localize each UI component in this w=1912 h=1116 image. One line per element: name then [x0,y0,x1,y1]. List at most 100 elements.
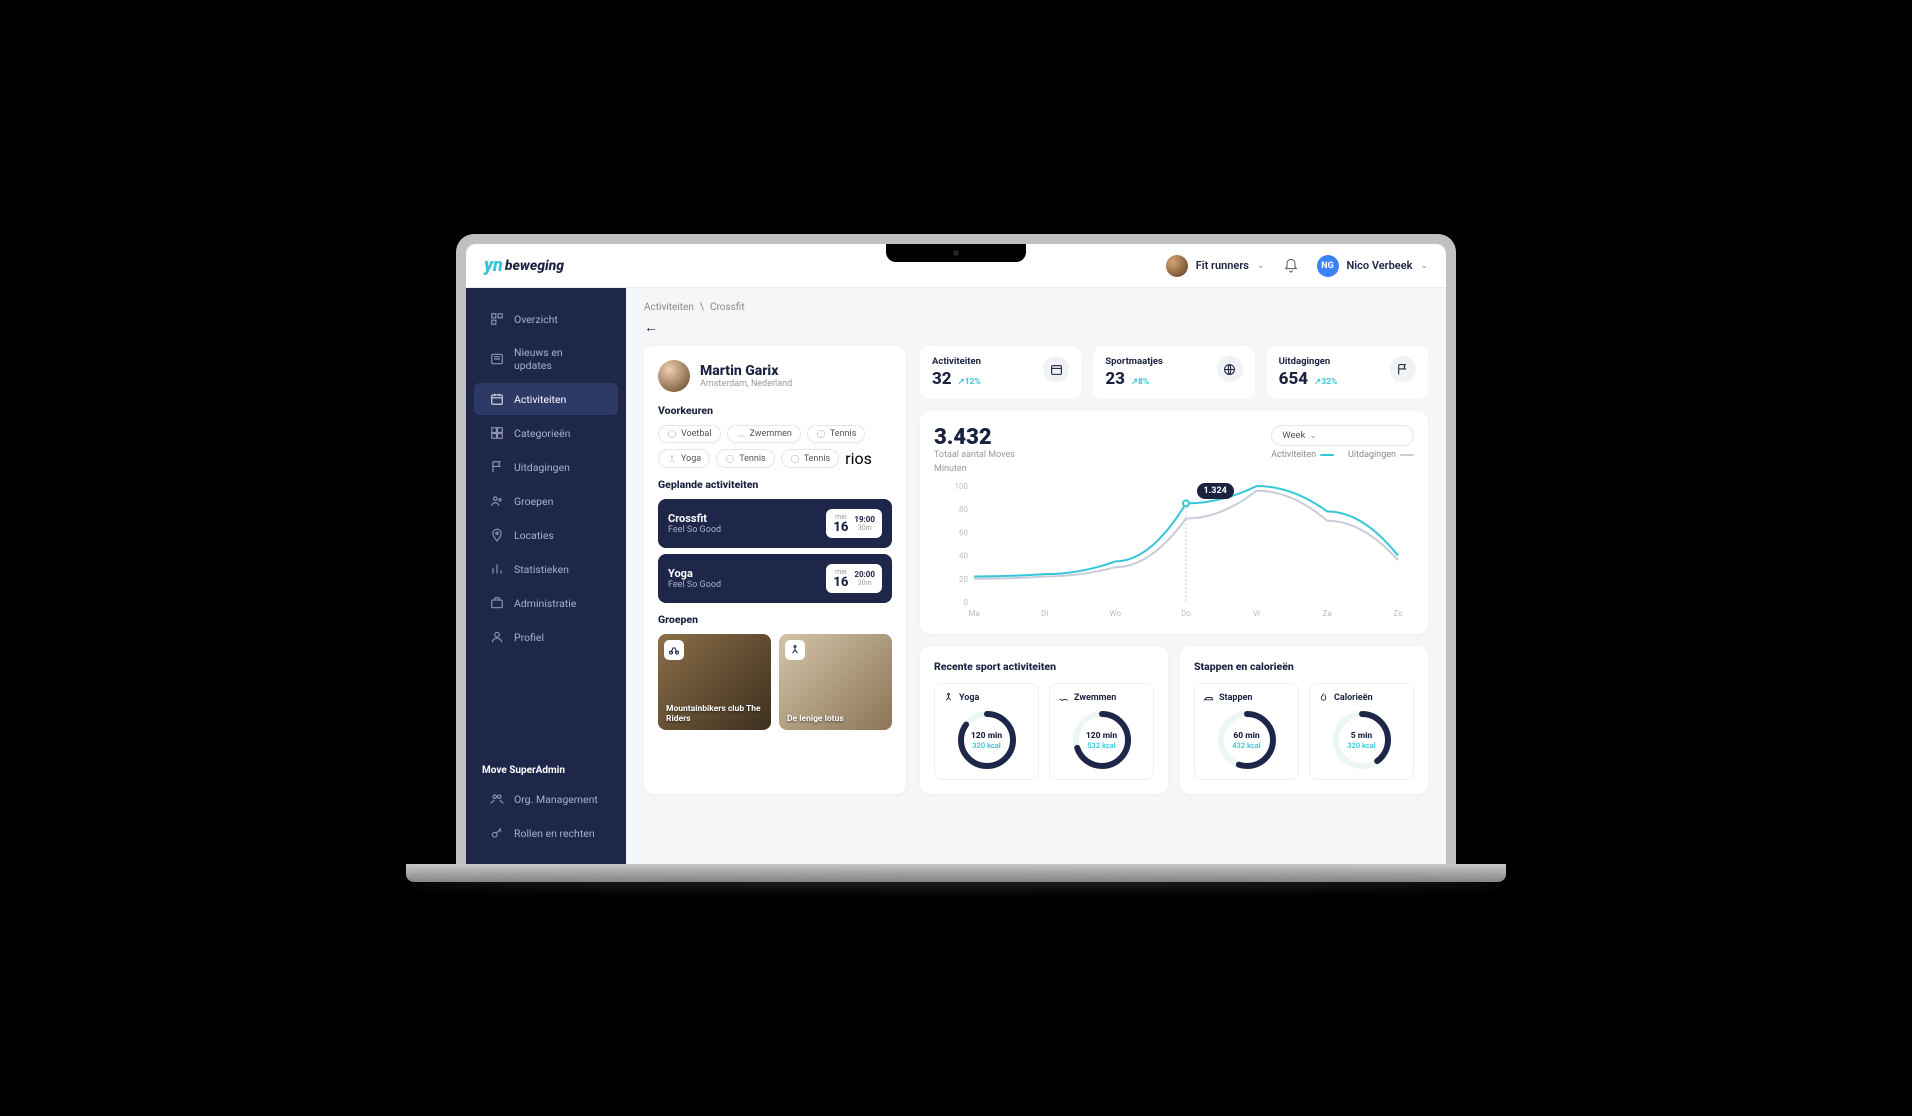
recent-activities-card: Recente sport activiteiten Yoga 120 min … [920,646,1168,794]
chart-area: 020406080100MaDiWoDoVrZaZo 1.324 [934,480,1414,620]
svg-text:0: 0 [964,598,969,607]
svg-text:100: 100 [955,482,969,491]
calendar-icon [490,392,504,406]
svg-text:60: 60 [959,528,968,537]
user-name: Nico Verbeek [1347,259,1413,272]
logo[interactable]: yn beweging [484,255,564,276]
nav-nieuws[interactable]: Nieuws en updates [474,337,618,381]
svg-text:20: 20 [959,575,968,584]
nav-overzicht[interactable]: Overzicht [474,303,618,335]
chevron-down-icon: ⌄ [1420,261,1428,271]
period-selector[interactable]: Week ⌄ [1271,425,1414,446]
grid-icon [490,426,504,440]
nav-categorieen[interactable]: Categorieën [474,417,618,449]
activity-date-badge: mei 16 19:00 30m [826,509,882,538]
group-card[interactable]: Mountainbikers club The Riders [658,634,771,730]
key-icon [490,826,504,840]
dashboard-icon [490,312,504,326]
svg-text:Ma: Ma [968,609,979,618]
swim-icon [1058,692,1069,703]
stat-uitdagingen: Uitdagingen 654↗32% [1267,346,1428,399]
steps-calories-card: Stappen en calorieën Stappen 60 min 432 … [1180,646,1428,794]
sidebar-section-label: Move SuperAdmin [466,749,626,782]
nav-org-management[interactable]: Org. Management [474,783,618,815]
back-button[interactable]: ← [644,319,658,336]
nav-uitdagingen[interactable]: Uitdagingen [474,451,618,483]
user-icon [490,630,504,644]
yoga-icon [943,692,954,703]
org-icon [490,792,504,806]
team-selector[interactable]: Fit runners ⌄ [1166,255,1265,277]
nav-rollen[interactable]: Rollen en rechten [474,817,618,849]
breadcrumb: Activiteiten \ Crossfit [644,302,1428,313]
planned-label: Geplande activiteiten [658,478,892,491]
team-avatar [1166,255,1188,277]
stat-activiteiten: Activiteiten 32↗12% [920,346,1081,399]
group-card[interactable]: De lenige lotus [779,634,892,730]
svg-text:Zo: Zo [1393,609,1403,618]
pref-tag[interactable]: Yoga [658,449,710,468]
prefs-label: Voorkeuren [658,404,892,417]
briefcase-icon [490,596,504,610]
svg-text:Di: Di [1041,609,1048,618]
gauge-calorieen: Calorieën 5 min 320 kcal [1309,683,1414,780]
sidebar: Overzicht Nieuws en updates Activiteiten… [466,288,626,864]
svg-text:Wo: Wo [1110,609,1122,618]
bell-icon [1283,258,1299,274]
profile-avatar [658,360,690,392]
prefs-tags: Voetbal Zwemmen Tennis Yoga Tennis Tenni… [658,425,892,468]
pref-tag[interactable]: Zwemmen [727,425,801,443]
gauge-yoga: Yoga 120 min 320 kcal [934,683,1039,780]
pref-tag[interactable]: Voetbal [658,425,721,443]
flag-icon [490,460,504,474]
user-menu[interactable]: NG Nico Verbeek ⌄ [1317,255,1429,277]
chevron-down-icon: ⌄ [1257,261,1265,271]
chart-total: 3.432 [934,425,1015,450]
profile-card: Martin Garix Amsterdam, Nederland Voorke… [644,346,906,794]
nav-statistieken[interactable]: Statistieken [474,553,618,585]
groups-label: Groepen [658,613,892,626]
pref-tag[interactable]: Tennis [781,449,839,468]
shoe-icon [1203,692,1214,703]
swim-icon [736,429,746,439]
gauge-stappen: Stappen 60 min 432 kcal [1194,683,1299,780]
news-icon [490,352,504,366]
bike-icon [664,640,684,660]
breadcrumb-current: Crossfit [710,302,745,313]
nav-administratie[interactable]: Administratie [474,587,618,619]
user-avatar: NG [1317,255,1339,277]
activity-date-badge: mei 16 20:00 30m [826,564,882,593]
svg-text:Vr: Vr [1253,609,1261,618]
pin-icon [490,528,504,542]
pref-tag[interactable]: Tennis [807,425,865,443]
notifications-button[interactable] [1283,258,1299,274]
profile-location: Amsterdam, Nederland [700,379,792,389]
chart-card: 3.432 Totaal aantal Moves Minuten Week ⌄ [920,411,1428,634]
svg-text:Do: Do [1181,609,1191,618]
yoga-icon [667,454,677,464]
pref-tag[interactable]: Tennis [716,449,774,468]
chart-icon [490,562,504,576]
soccer-icon [667,429,677,439]
svg-text:80: 80 [959,505,968,514]
svg-text:Za: Za [1323,609,1332,618]
profile-name: Martin Garix [700,363,792,379]
tennis-icon [790,454,800,464]
tennis-icon [816,429,826,439]
logo-text: beweging [505,259,564,273]
nav-activiteiten[interactable]: Activiteiten [474,383,618,415]
breadcrumb-parent[interactable]: Activiteiten [644,302,694,313]
calendar-icon [1043,356,1069,382]
planned-activity[interactable]: Crossfit Feel So Good mei 16 [658,499,892,548]
planned-activity[interactable]: Yoga Feel So Good mei 16 [658,554,892,603]
chart-legend: Activiteiten Uitdagingen [1271,450,1414,460]
nav-groepen[interactable]: Groepen [474,485,618,517]
globe-icon [1217,356,1243,382]
stat-sportmaatjes: Sportmaatjes 23↗8% [1093,346,1254,399]
nav-locaties[interactable]: Locaties [474,519,618,551]
nav-profiel[interactable]: Profiel [474,621,618,653]
flame-icon [1318,692,1329,703]
main: Activiteiten \ Crossfit ← Martin Garix [626,288,1446,864]
flag-icon [1390,356,1416,382]
users-icon [490,494,504,508]
